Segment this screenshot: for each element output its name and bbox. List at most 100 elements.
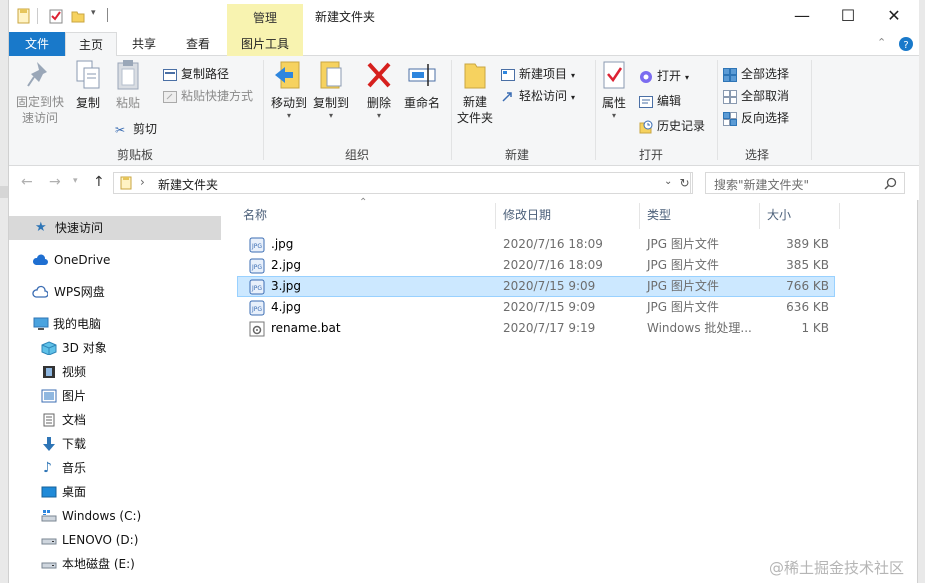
new-folder-button[interactable]: 新建 文件夹 [455,58,495,126]
select-none-icon [723,89,737,104]
chevron-down-icon[interactable]: ▾ [91,8,96,18]
file-row[interactable]: JPG .jpg 2020/7/16 18:09 JPG 图片文件 389 KB [237,234,835,255]
jpg-file-icon: JPG [249,258,265,274]
nav-item-downloads[interactable]: 下载 [9,432,221,456]
nav-item-videos[interactable]: 视频 [9,360,221,384]
column-header-size[interactable]: 大小 [767,200,791,230]
nav-item-desktop[interactable]: 桌面 [9,480,221,504]
rename-button[interactable]: 重命名 [401,58,443,111]
column-header-modified[interactable]: 修改日期 [503,200,551,230]
group-divider [811,60,812,160]
search-input[interactable]: 搜索"新建文件夹" [705,172,905,194]
checkmark-quick-icon[interactable] [49,8,63,24]
column-divider[interactable] [839,203,840,229]
nav-label: 图片 [62,389,87,403]
paste-button[interactable]: 粘贴 [111,58,145,111]
tab-picture-tools[interactable]: 图片工具 [227,32,303,56]
delete-button[interactable]: 删除 ▾ [361,58,397,120]
copy-path-icon [163,68,177,81]
forward-arrow-icon[interactable]: → [49,174,61,190]
tab-share[interactable]: 共享 [119,32,169,56]
copy-path-button[interactable]: 复制路径 [163,65,229,82]
column-header-name[interactable]: 名称 [243,200,267,230]
refresh-icon[interactable]: ↻ [677,172,693,194]
file-row[interactable]: rename.bat 2020/7/17 9:19 Windows 批处理...… [237,318,835,339]
drive-icon [41,562,57,569]
column-header-type[interactable]: 类型 [647,200,671,230]
paste-shortcut-button[interactable]: 粘贴快捷方式 [163,87,253,104]
up-arrow-icon[interactable]: ↑ [93,174,105,190]
nav-label: 下载 [62,437,87,451]
chevron-down-icon: ▾ [286,111,291,120]
nav-item-wps-drive[interactable]: WPS网盘 [9,280,221,304]
nav-item-drive-c[interactable]: Windows (C:) [9,504,221,528]
nav-label: OneDrive [54,253,111,267]
file-row[interactable]: JPG 2.jpg 2020/7/16 18:09 JPG 图片文件 385 K… [237,255,835,276]
new-folder-quick-icon[interactable] [71,8,85,24]
file-name: 4.jpg [271,300,302,314]
background-window-edge [0,186,8,198]
copy-icon [76,60,100,89]
breadcrumb-chevron-icon[interactable]: › [140,175,145,189]
nav-item-drive-d[interactable]: LENOVO (D:) [9,528,221,552]
nav-item-documents[interactable]: 文档 [9,408,221,432]
address-dropdown-chevron-icon[interactable]: ⌄ [664,176,672,187]
minimize-button[interactable]: — [779,0,825,32]
pin-quick-access-button[interactable]: 固定到快速访问 [13,58,67,126]
explorer-window: ▾ 管理 新建文件夹 — ☐ ✕ 文件 主页 共享 查看 图片工具 ⌃ ? 固定… [8,0,919,583]
music-note-icon: ♪ [43,460,52,476]
cut-button[interactable]: ✂ 剪切 [115,120,157,137]
tab-file[interactable]: 文件 [9,32,65,56]
column-divider[interactable] [495,203,496,229]
edit-button[interactable]: 编辑 [639,92,681,109]
nav-item-pictures[interactable]: 图片 [9,384,221,408]
batch-file-gear-icon [249,321,265,337]
maximize-button[interactable]: ☐ [825,0,871,32]
file-row[interactable]: JPG 4.jpg 2020/7/15 9:09 JPG 图片文件 636 KB [237,297,835,318]
open-button[interactable]: 打开 ▾ [639,67,689,84]
picture-icon [41,389,57,403]
recent-locations-chevron-icon[interactable]: ▾ [73,176,78,186]
file-type: Windows 批处理... [647,321,752,335]
context-tab-manage[interactable]: 管理 [227,4,303,32]
tab-home[interactable]: 主页 [65,32,117,57]
file-size: 1 KB [801,321,829,335]
nav-item-3d-objects[interactable]: 3D 对象 [9,336,221,360]
search-icon[interactable] [884,177,897,190]
nav-item-drive-e[interactable]: 本地磁盘 (E:) [9,552,221,576]
properties-button[interactable]: 属性 ▾ [597,58,631,120]
column-divider[interactable] [639,203,640,229]
new-folder-icon [464,63,486,89]
search-placeholder: 搜索"新建文件夹" [714,178,810,192]
select-all-button[interactable]: 全部选择 [723,65,789,82]
file-size: 385 KB [786,258,829,272]
history-button[interactable]: 历史记录 [639,117,705,134]
nav-item-this-pc[interactable]: 我的电脑 [9,312,221,336]
nav-label: 本地磁盘 (E:) [62,557,135,571]
select-none-button[interactable]: 全部取消 [723,87,789,104]
easy-access-button[interactable]: 轻松访问 ▾ [501,87,575,104]
help-icon[interactable]: ? [899,37,913,51]
title-bar: ▾ 管理 新建文件夹 — ☐ ✕ [9,0,919,32]
file-modified: 2020/7/16 18:09 [503,237,603,251]
invert-selection-icon [723,111,737,126]
tab-view[interactable]: 查看 [171,32,225,56]
move-to-button[interactable]: 移动到 ▾ [269,58,309,120]
properties-quick-icon[interactable] [17,8,31,24]
nav-item-onedrive[interactable]: OneDrive [9,248,221,272]
nav-item-quick-access[interactable]: ★ 快速访问 [9,216,221,240]
file-row-selected[interactable]: JPG 3.jpg 2020/7/15 9:09 JPG 图片文件 766 KB [237,276,835,297]
address-bar[interactable]: › 新建文件夹 ⌄ [113,172,691,194]
back-arrow-icon[interactable]: ← [21,174,33,190]
breadcrumb-current-folder[interactable]: 新建文件夹 [158,176,218,193]
nav-item-music[interactable]: ♪ 音乐 [9,456,221,480]
ribbon-tabs: 文件 主页 共享 查看 图片工具 ⌃ ? [9,32,919,57]
column-divider[interactable] [759,203,760,229]
nav-label: WPS网盘 [54,285,105,299]
chevron-up-icon[interactable]: ⌃ [877,36,886,49]
close-button[interactable]: ✕ [871,0,917,32]
invert-selection-button[interactable]: 反向选择 [723,109,789,126]
new-item-button[interactable]: 新建项目 ▾ [501,65,575,82]
copy-button[interactable]: 复制 [71,58,105,111]
copy-to-button[interactable]: 复制到 ▾ [311,58,351,120]
